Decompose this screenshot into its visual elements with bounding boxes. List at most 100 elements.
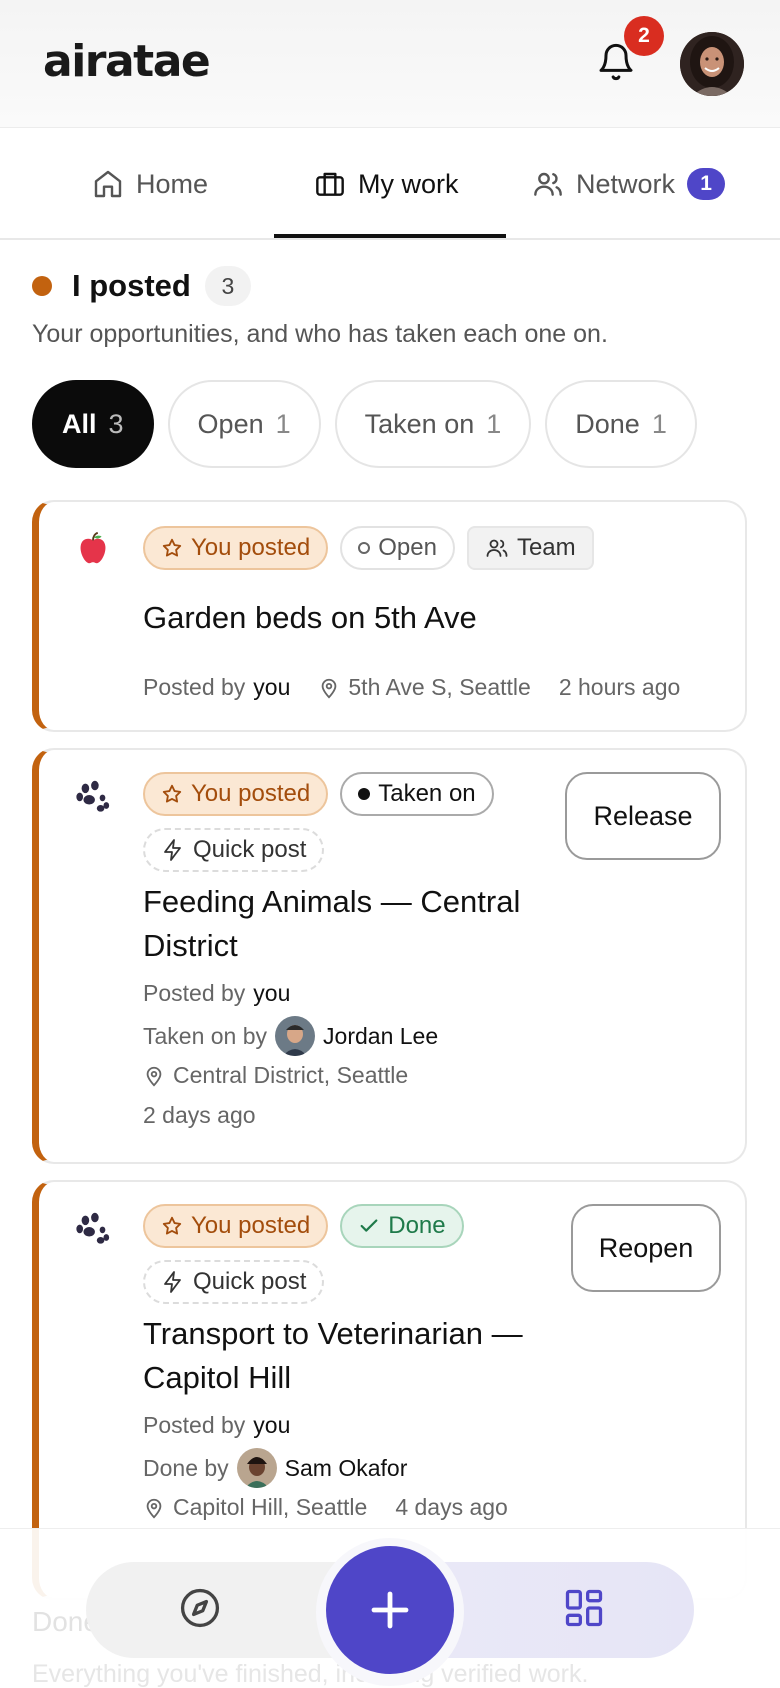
next-section-peek-text: Everything you've finished, including ve… <box>32 1660 589 1688</box>
card-title-line: District <box>143 928 238 963</box>
tab-network[interactable]: Network 1 <box>532 128 726 240</box>
card-tags-row2: Quick post <box>143 1260 325 1304</box>
star-icon <box>162 538 182 557</box>
filter-label: All <box>62 408 97 439</box>
dashboard-grid-icon[interactable] <box>562 1586 606 1630</box>
card-time: 4 days ago <box>395 1494 508 1520</box>
release-button[interactable]: Release <box>565 772 721 860</box>
section-dot <box>32 276 52 296</box>
section-title: I posted <box>72 268 191 303</box>
card-title[interactable]: Garden beds on 5th Ave <box>143 596 477 640</box>
done-by-label: Done by <box>143 1454 229 1481</box>
paw-icon <box>73 776 113 816</box>
tag-label: Done <box>388 1212 446 1239</box>
posted-by-label: Posted by <box>143 674 246 700</box>
tab-home-label: Home <box>136 168 209 199</box>
quick-post-tag: Quick post <box>143 828 325 872</box>
time-row: 2 days ago <box>143 1102 256 1129</box>
lightning-icon <box>164 1271 181 1293</box>
people-icon <box>486 539 508 557</box>
network-badge: 1 <box>687 168 726 200</box>
filter-done[interactable]: Done 1 <box>545 380 697 468</box>
star-icon <box>162 1216 182 1235</box>
card-location: 5th Ave S, Seattle <box>348 674 531 700</box>
filter-count: 1 <box>275 408 291 439</box>
taker-name[interactable]: Jordan Lee <box>323 1023 438 1050</box>
tag-label: You posted <box>191 1212 311 1239</box>
status-tag-open: Open <box>340 526 455 570</box>
create-post-button[interactable] <box>326 1546 454 1674</box>
tag-label: You posted <box>191 534 311 561</box>
taken-by-row: Taken on by Jordan Lee <box>143 1016 438 1056</box>
card-location: Central District, Seattle <box>173 1062 409 1088</box>
lightning-icon <box>164 839 181 861</box>
tab-my-work[interactable]: My work <box>314 128 459 240</box>
people-icon <box>534 172 562 196</box>
taker-avatar[interactable] <box>275 1016 316 1056</box>
notification-badge: 2 <box>624 16 664 56</box>
tab-my-work-label: My work <box>358 168 459 199</box>
tag-label: You posted <box>191 780 311 807</box>
filter-open[interactable]: Open 1 <box>167 380 321 468</box>
filter-all[interactable]: All 3 <box>32 380 154 468</box>
location-pin-icon <box>146 1066 162 1086</box>
main-tabs: Home My work Network 1 <box>0 128 780 240</box>
posted-by-value: you <box>253 1412 291 1438</box>
filter-count: 1 <box>651 408 667 439</box>
filter-label: Taken on <box>364 408 475 439</box>
status-tag-done: Done <box>340 1204 464 1248</box>
filter-taken-on[interactable]: Taken on 1 <box>334 380 532 468</box>
taken-by-label: Taken on by <box>143 1022 268 1049</box>
card-title-line: Transport to Veterinarian — <box>143 1316 523 1351</box>
opportunity-card[interactable]: You posted Open Team Garden beds on 5th … <box>32 500 747 732</box>
done-by-row: Done by Sam Okafor <box>143 1448 407 1488</box>
card-meta: Posted by you 5th Ave S, Seattle 2 hours… <box>143 674 680 701</box>
section-subtitle: Your opportunities, and who has taken ea… <box>32 320 608 348</box>
card-location: Capitol Hill, Seattle <box>173 1494 368 1520</box>
card-title[interactable]: Feeding Animals — Central District <box>143 880 520 968</box>
card-title-line: Feeding Animals — Central <box>143 884 521 919</box>
paw-icon <box>73 1208 113 1248</box>
apple-icon <box>73 528 113 568</box>
taker-name[interactable]: Sam Okafor <box>285 1455 408 1482</box>
briefcase-icon <box>316 172 344 196</box>
posted-by-row: Posted by you <box>143 980 290 1007</box>
tag-label: Team <box>516 534 576 561</box>
posted-by-row: Posted by you <box>143 1412 290 1439</box>
tag-label: Taken on <box>378 780 476 807</box>
you-posted-tag: You posted <box>143 772 329 816</box>
card-tags: You posted Open Team <box>143 526 594 570</box>
opportunity-card[interactable]: You posted Taken on Quick post Release F… <box>32 748 747 1164</box>
card-time: 2 hours ago <box>558 674 681 700</box>
reopen-button[interactable]: Reopen <box>571 1204 721 1292</box>
location-row: Capitol Hill, Seattle 4 days ago <box>143 1494 508 1521</box>
posted-by-value: you <box>253 980 291 1006</box>
section-header: I posted 3 <box>32 266 251 306</box>
card-title[interactable]: Transport to Veterinarian — Capitol Hill <box>143 1312 523 1400</box>
posted-by-label: Posted by <box>143 980 246 1006</box>
card-tags: You posted Taken on <box>143 772 494 816</box>
tab-network-label: Network <box>576 168 676 199</box>
quick-post-tag: Quick post <box>143 1260 325 1304</box>
filter-count: 1 <box>486 408 502 439</box>
card-tags: You posted Done <box>143 1204 464 1248</box>
filter-label: Done <box>575 408 640 439</box>
filter-pills: All 3 Open 1 Taken on 1 Done 1 <box>32 380 697 468</box>
location-row: Central District, Seattle <box>143 1062 408 1089</box>
tab-home[interactable]: Home <box>92 128 208 240</box>
you-posted-tag: You posted <box>143 526 329 570</box>
tag-label: Quick post <box>193 836 307 863</box>
tag-label: Quick post <box>193 1268 307 1295</box>
user-avatar[interactable] <box>680 32 744 96</box>
card-tags-row2: Quick post <box>143 828 325 872</box>
star-icon <box>162 784 182 803</box>
posted-by-label: Posted by <box>143 1412 246 1438</box>
app-logo[interactable]: airatae <box>43 36 211 87</box>
check-icon <box>360 1219 378 1232</box>
active-tab-indicator <box>274 234 506 238</box>
filter-label: Open <box>197 408 264 439</box>
compass-icon[interactable] <box>178 1586 222 1630</box>
taker-avatar[interactable] <box>236 1448 277 1488</box>
card-title-line: Capitol Hill <box>143 1360 292 1395</box>
filter-count: 3 <box>108 408 124 439</box>
